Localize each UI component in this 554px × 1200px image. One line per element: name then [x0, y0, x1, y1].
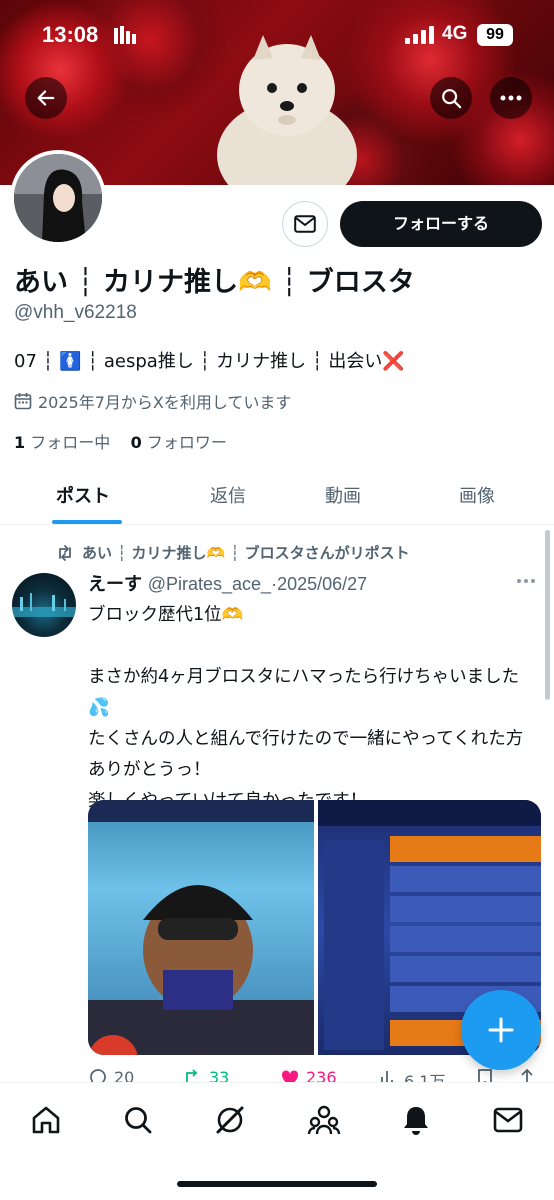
- mail-icon: [294, 215, 316, 233]
- following-link[interactable]: 1 フォロー中: [14, 433, 110, 452]
- profile-bio: 07 ┆ 🚺 ┆ aespa推し ┆ カリナ推し ┆ 出会い❌: [14, 351, 405, 372]
- post-text-line: ブロック歴代1位🫶: [88, 605, 244, 625]
- post-body: ブロック歴代1位🫶 まさか約4ヶ月ブロスタにハマったら行けちゃいました💦 たくさ…: [88, 600, 538, 817]
- profile-display-name: あい ┆ カリナ推し🫶 ┆ ブロスタ: [14, 267, 415, 298]
- nav-home[interactable]: [26, 1100, 66, 1140]
- repost-icon: [59, 544, 71, 561]
- explore-icon: [125, 1107, 152, 1134]
- network-type: 4G: [442, 23, 468, 44]
- post-date[interactable]: 2025/06/27: [277, 574, 367, 594]
- more-icon: [500, 95, 522, 101]
- home-icon: [32, 1106, 60, 1134]
- signal-icon: [405, 26, 434, 44]
- repost-label: あい ┆ カリナ推し🫶 ┆ ブロスタさんがリポスト: [82, 544, 410, 562]
- repost-context[interactable]: あい ┆ カリナ推し🫶 ┆ ブロスタさんがリポスト: [56, 542, 410, 563]
- followers-count: 0: [130, 433, 142, 452]
- plus-icon: [488, 1017, 514, 1043]
- communities-icon: [307, 1105, 341, 1135]
- tab-posts[interactable]: ポスト: [56, 482, 110, 508]
- profile-avatar[interactable]: [10, 150, 106, 246]
- post-author-handle[interactable]: @Pirates_ace_: [148, 574, 271, 594]
- notifications-icon: [404, 1107, 428, 1135]
- post-text-line: [88, 631, 538, 662]
- avatar-image: [14, 154, 102, 242]
- scrollbar[interactable]: [545, 530, 550, 700]
- following-count: 1: [14, 433, 26, 452]
- tab-replies[interactable]: 返信: [210, 482, 246, 508]
- more-button[interactable]: [490, 77, 532, 119]
- status-time: 13:08: [42, 22, 99, 47]
- back-button[interactable]: [25, 77, 67, 119]
- messages-icon: [493, 1107, 523, 1133]
- post-avatar-image: [12, 593, 76, 617]
- search-button[interactable]: [430, 77, 472, 119]
- compose-button[interactable]: [461, 990, 541, 1070]
- tab-active-indicator: [52, 520, 122, 524]
- nav-explore[interactable]: [118, 1100, 158, 1140]
- following-label: フォロー中: [30, 433, 111, 452]
- joined-text: 2025年7月からXを利用しています: [38, 393, 292, 412]
- post-text-line: たくさんの人と組んで行けたので一緒にやってくれた方ありがとうっ！: [88, 729, 524, 780]
- post-author-line: えーす @Pirates_ace_·2025/06/27: [88, 570, 367, 596]
- status-bar: 13:08 4G 99: [0, 0, 554, 60]
- calendar-icon: [14, 393, 32, 410]
- tab-images[interactable]: 画像: [459, 482, 495, 508]
- post-text-line: まさか約4ヶ月ブロスタにハマったら行けちゃいました💦: [88, 667, 520, 718]
- post-media-image-1[interactable]: [88, 800, 314, 1055]
- tab-videos[interactable]: 動画: [325, 482, 361, 508]
- followers-label: フォロワー: [146, 433, 227, 452]
- nav-grok[interactable]: [210, 1100, 250, 1140]
- post-author-avatar[interactable]: [12, 573, 76, 637]
- message-button[interactable]: [282, 201, 328, 247]
- activity-icon: [114, 26, 136, 44]
- nav-messages[interactable]: [488, 1100, 528, 1140]
- search-icon: [442, 89, 462, 109]
- profile-tabs: ポスト 返信 動画 画像: [0, 470, 554, 525]
- profile-handle: @vhh_v62218: [14, 302, 137, 323]
- nav-communities[interactable]: [304, 1100, 344, 1140]
- post-more-icon[interactable]: [516, 578, 536, 584]
- follow-button[interactable]: フォローする: [340, 201, 542, 247]
- battery-indicator: 99: [477, 24, 513, 46]
- nav-notifications[interactable]: [396, 1100, 436, 1140]
- follow-counts: 1 フォロー中 0 フォロワー: [14, 429, 227, 453]
- profile-joined: 2025年7月からXを利用しています: [14, 389, 291, 413]
- game-screenshot-image: [88, 800, 314, 1055]
- grok-icon: [216, 1106, 244, 1134]
- home-indicator: [177, 1181, 377, 1187]
- followers-link[interactable]: 0 フォロワー: [131, 433, 227, 452]
- back-arrow-icon: [37, 90, 55, 106]
- post-author-name[interactable]: えーす: [88, 574, 142, 595]
